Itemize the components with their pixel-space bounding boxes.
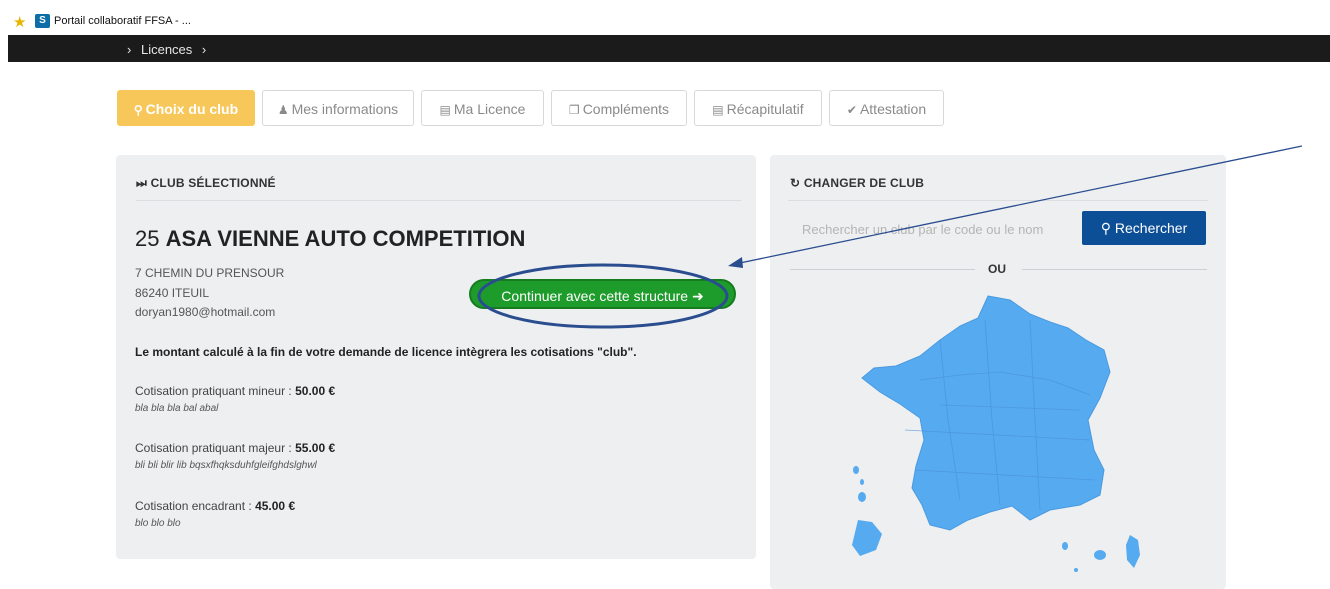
overlay-layer — [477, 145, 1303, 572]
annotation-arrow — [728, 145, 1303, 268]
france-map[interactable] — [852, 295, 1140, 572]
annotation-circle — [477, 263, 729, 329]
